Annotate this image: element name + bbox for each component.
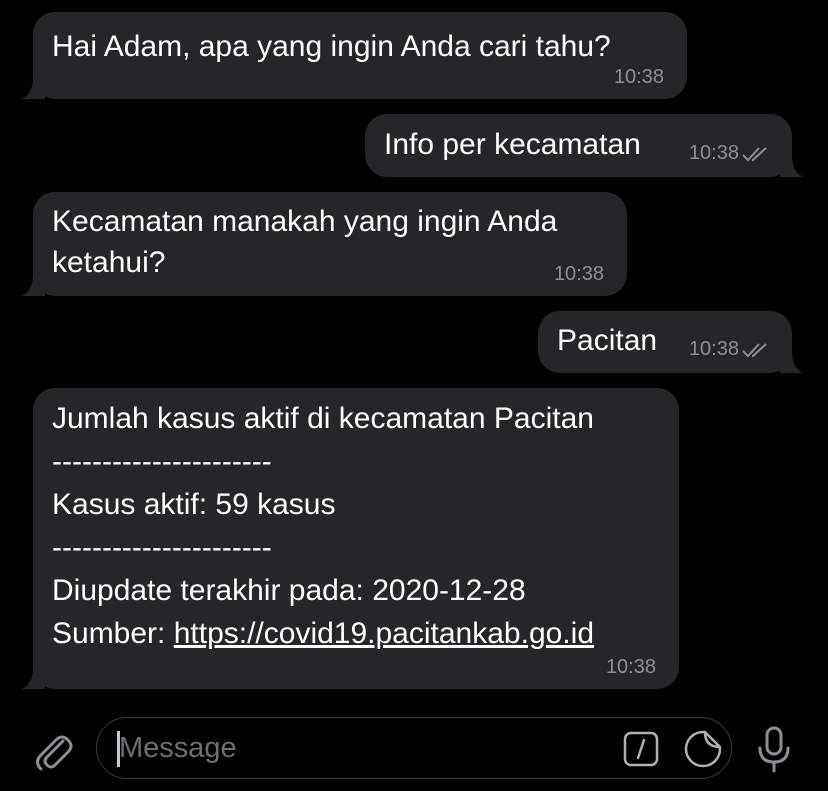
- microphone-icon[interactable]: [756, 726, 792, 774]
- composer-bar: [0, 708, 828, 791]
- message-time: 10:38: [605, 656, 656, 678]
- message-status: 10:38: [689, 143, 770, 163]
- separator-line: ----------------------: [52, 531, 272, 564]
- message-text-line: Kecamatan manakah yang ingin Anda: [52, 205, 558, 238]
- paperclip-icon[interactable]: [30, 728, 76, 774]
- message-text: Info per kecamatan: [384, 128, 641, 161]
- message-text-line: ketahui?: [52, 246, 166, 279]
- bubble-tail: [780, 155, 804, 177]
- message-input[interactable]: [119, 728, 599, 768]
- source-label: Sumber:: [52, 617, 174, 650]
- double-check-icon: [742, 146, 767, 162]
- message-bubble-incoming[interactable]: Hai Adam, apa yang ingin Anda cari tahu?…: [21, 12, 687, 99]
- message-time: 10:38: [688, 142, 739, 164]
- bubble-tail: [21, 77, 45, 99]
- message-text-line: Diupdate terakhir pada: 2020-12-28: [52, 574, 526, 607]
- message-bubble-incoming[interactable]: Kecamatan manakah yang ingin Anda ketahu…: [21, 192, 627, 296]
- double-check-icon: [742, 342, 767, 358]
- message-time: 10:38: [553, 263, 604, 285]
- message-input-field[interactable]: [96, 717, 732, 779]
- message-text-line: Jumlah kasus aktif di kecamatan Pacitan: [52, 402, 594, 435]
- bubble-tail: [780, 351, 804, 373]
- message-status: 10:38: [689, 339, 770, 359]
- message-time: 10:38: [613, 66, 664, 88]
- message-text-line: Kasus aktif: 59 kasus: [52, 488, 336, 521]
- message-text-line: Sumber: https://covid19.pacitankab.go.id: [52, 612, 594, 655]
- slash-command-icon[interactable]: [623, 731, 659, 767]
- sticker-icon[interactable]: [683, 729, 723, 769]
- message-bubble-outgoing[interactable]: Info per kecamatan 10:38: [365, 114, 804, 177]
- message-text: Pacitan: [557, 324, 658, 357]
- message-bubble-incoming[interactable]: Jumlah kasus aktif di kecamatan Pacitan …: [21, 388, 679, 689]
- message-bubble-outgoing[interactable]: Pacitan 10:38: [538, 311, 804, 373]
- source-link[interactable]: https://covid19.pacitankab.go.id: [174, 617, 594, 650]
- bubble-tail: [21, 667, 45, 689]
- bubble-tail: [21, 274, 45, 296]
- message-text: Hai Adam, apa yang ingin Anda cari tahu?: [52, 30, 611, 63]
- message-time: 10:38: [688, 338, 739, 360]
- separator-line: ----------------------: [52, 445, 272, 478]
